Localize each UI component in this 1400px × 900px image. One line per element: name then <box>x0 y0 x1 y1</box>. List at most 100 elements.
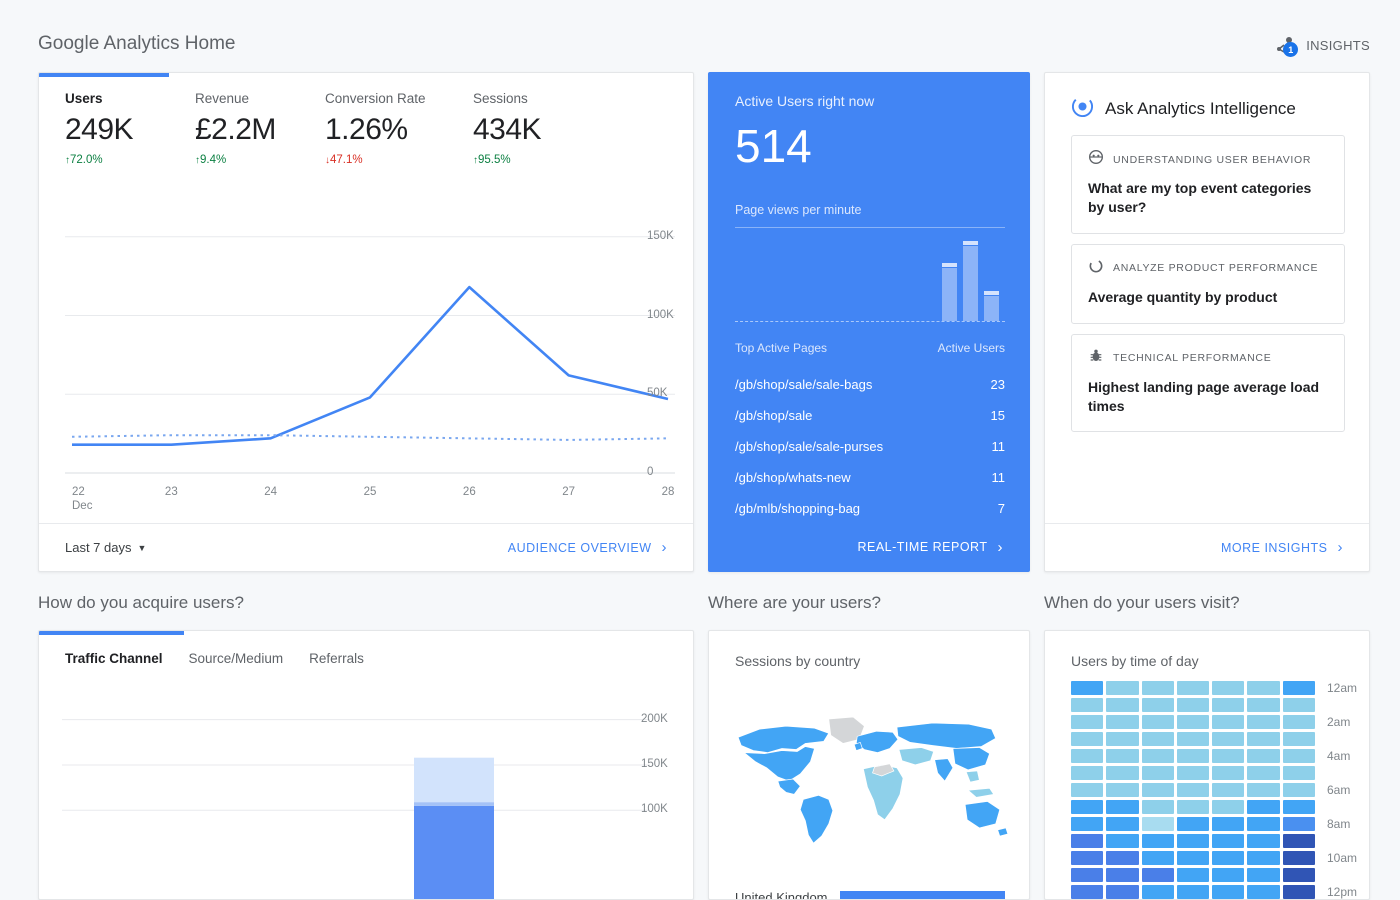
heatmap-cell[interactable] <box>1071 868 1104 882</box>
heatmap-cell[interactable] <box>1282 749 1315 763</box>
heatmap-cell[interactable] <box>1212 698 1245 712</box>
heatmap-cell[interactable] <box>1282 800 1315 814</box>
heatmap-cell[interactable] <box>1212 749 1245 763</box>
heatmap-cell[interactable] <box>1141 715 1174 729</box>
heatmap-cell[interactable] <box>1176 885 1210 899</box>
heatmap-cell[interactable] <box>1247 834 1280 848</box>
heatmap-cell[interactable] <box>1141 766 1174 780</box>
heatmap-cell[interactable] <box>1071 698 1104 712</box>
heatmap-cell[interactable] <box>1212 681 1245 695</box>
heatmap-cell[interactable] <box>1247 800 1280 814</box>
heatmap-cell[interactable] <box>1141 817 1174 831</box>
heatmap-cell[interactable] <box>1247 851 1280 865</box>
realtime-report-link[interactable]: REAL-TIME REPORT › <box>709 523 1029 571</box>
metric-tab-users[interactable]: Users 249K ↑72.0% <box>39 91 169 166</box>
heatmap-cell[interactable] <box>1141 800 1174 814</box>
heatmap-cell[interactable] <box>1106 851 1139 865</box>
heatmap-cell[interactable] <box>1141 783 1174 797</box>
heatmap-cell[interactable] <box>1071 800 1104 814</box>
heatmap-cell[interactable] <box>1141 698 1174 712</box>
heatmap-cell[interactable] <box>1071 817 1104 831</box>
heatmap-cell[interactable] <box>1212 715 1245 729</box>
heatmap-cell[interactable] <box>1141 834 1174 848</box>
heatmap-cell[interactable] <box>1071 783 1104 797</box>
heatmap-cell[interactable] <box>1282 715 1315 729</box>
heatmap-cell[interactable] <box>1071 834 1104 848</box>
heatmap-cell[interactable] <box>1106 715 1139 729</box>
heatmap-cell[interactable] <box>1212 868 1245 882</box>
heatmap-cell[interactable] <box>1141 749 1174 763</box>
heatmap-cell[interactable] <box>1212 834 1245 848</box>
heatmap-cell[interactable] <box>1282 766 1315 780</box>
insight-suggestion[interactable]: ANALYZE PRODUCT PERFORMANCE Average quant… <box>1071 243 1345 324</box>
heatmap-cell[interactable] <box>1141 851 1174 865</box>
table-row[interactable]: /gb/shop/whats-new 11 <box>735 462 1005 493</box>
date-range-selector[interactable]: Last 7 days ▼ <box>65 540 146 555</box>
heatmap-cell[interactable] <box>1106 868 1139 882</box>
heatmap-cell[interactable] <box>1141 868 1174 882</box>
heatmap-cell[interactable] <box>1247 749 1280 763</box>
table-row[interactable]: /gb/shop/sale/sale-purses 11 <box>735 431 1005 462</box>
heatmap-cell[interactable] <box>1176 732 1210 746</box>
heatmap-cell[interactable] <box>1071 851 1104 865</box>
acquisition-tab-referrals[interactable]: Referrals <box>309 631 364 689</box>
heatmap-cell[interactable] <box>1282 817 1315 831</box>
heatmap-cell[interactable] <box>1282 885 1315 899</box>
insight-suggestion[interactable]: UNDERSTANDING USER BEHAVIOR What are my t… <box>1071 135 1345 234</box>
heatmap-cell[interactable] <box>1176 749 1210 763</box>
heatmap-cell[interactable] <box>1247 732 1280 746</box>
heatmap-cell[interactable] <box>1247 681 1280 695</box>
heatmap-cell[interactable] <box>1176 766 1210 780</box>
heatmap-cell[interactable] <box>1106 783 1139 797</box>
heatmap-cell[interactable] <box>1071 885 1104 899</box>
heatmap-cell[interactable] <box>1212 766 1245 780</box>
heatmap-cell[interactable] <box>1141 681 1174 695</box>
heatmap-cell[interactable] <box>1106 800 1139 814</box>
heatmap-cell[interactable] <box>1106 732 1139 746</box>
audience-overview-link[interactable]: AUDIENCE OVERVIEW › <box>508 539 667 556</box>
heatmap-cell[interactable] <box>1282 732 1315 746</box>
heatmap-cell[interactable] <box>1282 851 1315 865</box>
heatmap-cell[interactable] <box>1176 698 1210 712</box>
heatmap-cell[interactable] <box>1106 681 1139 695</box>
heatmap-cell[interactable] <box>1247 698 1280 712</box>
heatmap-cell[interactable] <box>1212 885 1245 899</box>
table-row[interactable]: /gb/shop/sale/sale-bags 23 <box>735 369 1005 400</box>
table-row[interactable]: /gb/shop/sale 15 <box>735 400 1005 431</box>
heatmap-cell[interactable] <box>1176 800 1210 814</box>
heatmap-cell[interactable] <box>1071 681 1104 695</box>
heatmap-cell[interactable] <box>1247 715 1280 729</box>
heatmap-cell[interactable] <box>1247 766 1280 780</box>
metric-tab-revenue[interactable]: Revenue £2.2M ↑9.4% <box>169 91 299 166</box>
heatmap-cell[interactable] <box>1141 885 1174 899</box>
acquisition-tab-traffic-channel[interactable]: Traffic Channel <box>65 631 163 689</box>
heatmap-cell[interactable] <box>1212 732 1245 746</box>
heatmap-cell[interactable] <box>1282 698 1315 712</box>
heatmap-cell[interactable] <box>1176 783 1210 797</box>
metric-tab-sessions[interactable]: Sessions 434K ↑95.5% <box>447 91 587 166</box>
heatmap-cell[interactable] <box>1106 749 1139 763</box>
heatmap-cell[interactable] <box>1071 766 1104 780</box>
insight-suggestion[interactable]: TECHNICAL PERFORMANCE Highest landing pag… <box>1071 333 1345 433</box>
heatmap-cell[interactable] <box>1106 885 1139 899</box>
heatmap-cell[interactable] <box>1282 783 1315 797</box>
heatmap-cell[interactable] <box>1071 715 1104 729</box>
heatmap-cell[interactable] <box>1212 851 1245 865</box>
heatmap-cell[interactable] <box>1176 851 1210 865</box>
insights-button[interactable]: 1 INSIGHTS <box>1275 33 1370 57</box>
heatmap-cell[interactable] <box>1176 681 1210 695</box>
heatmap-cell[interactable] <box>1247 868 1280 882</box>
heatmap-cell[interactable] <box>1212 817 1245 831</box>
heatmap-cell[interactable] <box>1212 783 1245 797</box>
world-map[interactable] <box>729 681 1014 871</box>
heatmap-cell[interactable] <box>1106 817 1139 831</box>
heatmap-cell[interactable] <box>1282 868 1315 882</box>
metric-tab-conversion-rate[interactable]: Conversion Rate 1.26% ↓47.1% <box>299 91 447 166</box>
more-insights-link[interactable]: MORE INSIGHTS › <box>1221 539 1343 556</box>
heatmap-cell[interactable] <box>1247 783 1280 797</box>
table-row[interactable]: /gb/mlb/shopping-bag 7 <box>735 493 1005 524</box>
heatmap-cell[interactable] <box>1176 715 1210 729</box>
heatmap-cell[interactable] <box>1282 834 1315 848</box>
heatmap-cell[interactable] <box>1176 868 1210 882</box>
heatmap-cell[interactable] <box>1141 732 1174 746</box>
